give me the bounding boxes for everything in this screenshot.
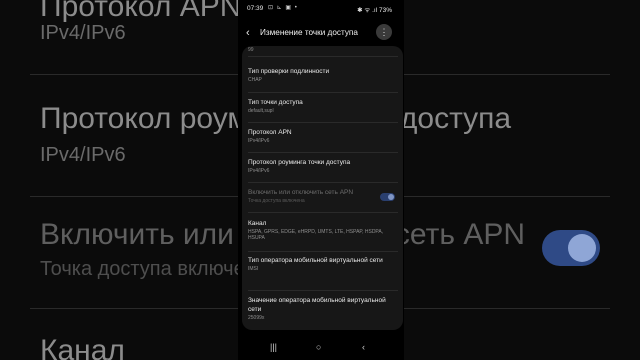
item-label: Тип проверки подлинности bbox=[248, 68, 330, 75]
divider bbox=[248, 251, 398, 252]
list-item-apn-enable: Включить или отключить сеть APN Точка до… bbox=[248, 188, 398, 204]
notification-icons: ⊡ ⊾ ▣ • bbox=[268, 5, 298, 11]
list-item-mvno-value[interactable]: Значение оператора мобильной виртуальной… bbox=[248, 296, 398, 321]
item-value: default,supl bbox=[248, 108, 274, 114]
list-item-mvno-type[interactable]: Тип оператора мобильной виртуальной сети… bbox=[248, 256, 398, 272]
divider bbox=[248, 290, 398, 291]
item-value: IMSI bbox=[248, 266, 259, 272]
list-item-apn-type[interactable]: Тип точки доступа default,supl bbox=[248, 98, 398, 114]
nav-back-icon[interactable]: ‹ bbox=[362, 342, 365, 352]
item-value: HSPA, GPRS, EDGE, eHRPD, UMTS, LTE, HSPA… bbox=[248, 229, 384, 241]
item-label: Протокол APN bbox=[248, 129, 292, 136]
page-title: Изменение точки доступа bbox=[260, 28, 358, 37]
partial-value: 99 bbox=[248, 47, 254, 53]
recents-icon[interactable]: ||| bbox=[270, 342, 277, 352]
home-icon[interactable]: ○ bbox=[316, 342, 321, 352]
list-item-roaming-protocol[interactable]: Протокол роуминга точки доступа IPv4/IPv… bbox=[248, 158, 398, 174]
item-label: Значение оператора мобильной виртуальной… bbox=[248, 297, 386, 313]
divider bbox=[248, 212, 398, 213]
list-item-bearer[interactable]: Канал HSPA, GPRS, EDGE, eHRPD, UMTS, LTE… bbox=[248, 219, 398, 241]
list-item-apn-protocol[interactable]: Протокол APN IPv4/IPv6 bbox=[248, 128, 398, 144]
app-header: ‹ Изменение точки доступа ⋮ bbox=[238, 24, 404, 46]
divider bbox=[248, 152, 398, 153]
item-value: CHAP bbox=[248, 77, 262, 83]
bg-row-apn-protocol: Протокол APN bbox=[40, 0, 242, 23]
more-options-icon[interactable]: ⋮ bbox=[376, 24, 392, 40]
item-label: Тип точки доступа bbox=[248, 99, 303, 106]
bg-row-channel: Канал bbox=[40, 334, 125, 360]
status-time: 07:39 bbox=[247, 5, 264, 12]
bg-row-roaming-protocol-value: IPv4/IPv6 bbox=[40, 144, 126, 166]
item-label: Протокол роуминга точки доступа bbox=[248, 159, 351, 166]
divider bbox=[248, 56, 398, 57]
apn-enable-toggle bbox=[380, 193, 395, 201]
bg-toggle bbox=[542, 230, 600, 266]
item-label: Включить или отключить сеть APN bbox=[248, 189, 354, 196]
status-bar: 07:39 ⊡ ⊾ ▣ • ✱ ᯤ .ıl 73% bbox=[238, 0, 404, 18]
back-arrow-icon[interactable]: ‹ bbox=[246, 26, 258, 40]
divider bbox=[248, 182, 398, 183]
item-value: IPv4/IPv6 bbox=[248, 168, 270, 174]
divider bbox=[248, 122, 398, 123]
item-value: Точка доступа включена bbox=[248, 198, 305, 204]
navigation-bar: ||| ○ ‹ bbox=[238, 334, 404, 360]
bg-row-apn-protocol-value: IPv4/IPv6 bbox=[40, 22, 126, 44]
item-label: Канал bbox=[248, 220, 267, 227]
phone-screen: 07:39 ⊡ ⊾ ▣ • ✱ ᯤ .ıl 73% ‹ Изменение то… bbox=[238, 0, 404, 360]
item-label: Тип оператора мобильной виртуальной сети bbox=[248, 257, 383, 264]
settings-card: 99 Тип проверки подлинности CHAP Тип точ… bbox=[242, 46, 403, 330]
bg-row-apn-toggle-value: Точка доступа включена bbox=[40, 258, 267, 280]
item-value: IPv4/IPv6 bbox=[248, 138, 270, 144]
divider bbox=[248, 92, 398, 93]
status-right: ✱ ᯤ .ıl 73% bbox=[357, 7, 392, 14]
item-value: 25099x bbox=[248, 315, 265, 321]
list-item-auth-type[interactable]: Тип проверки подлинности CHAP bbox=[248, 67, 398, 83]
